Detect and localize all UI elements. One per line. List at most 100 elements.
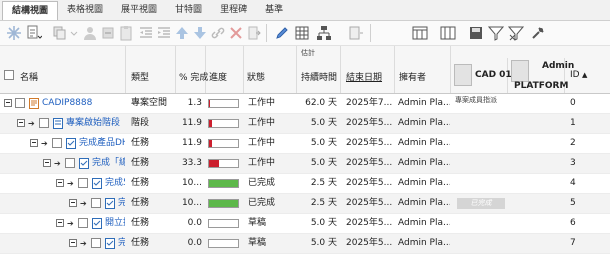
sort-asc-icon[interactable]: ▲: [582, 71, 587, 79]
table-row[interactable]: ➔ 完成510 任務 10... 已完成 2.5 天 2025年5... Admin Pla.…: [0, 174, 610, 194]
row-percent: 10...: [181, 198, 202, 208]
col-id-header[interactable]: ID ▲: [565, 46, 610, 93]
collapse-icon[interactable]: [56, 179, 64, 187]
row-checkbox[interactable]: [15, 98, 25, 108]
clipboard-icon[interactable]: [118, 25, 134, 41]
indent-icon[interactable]: [156, 25, 172, 41]
settings-icon[interactable]: [530, 25, 546, 41]
assignment-badge: 已完成: [457, 198, 505, 209]
table-icon[interactable]: [294, 25, 310, 41]
row-name-link[interactable]: 完成「總則: [92, 154, 125, 173]
row-percent: 0.0: [187, 238, 202, 248]
tab-structure-view[interactable]: 結構視圖: [2, 1, 59, 20]
table-row[interactable]: ➔ 開立提料任務 0.0 草稿 5.0 天 2025年5... Admin Pla... 6: [0, 214, 610, 234]
column-header: 名稱 類型 % 完成 進度 狀態 估計 持續時間 結束日期 擁有者 專案成員指派…: [0, 46, 610, 104]
col-finish-header[interactable]: 結束日期: [341, 46, 395, 93]
col-cad-header[interactable]: CAD 01: [451, 58, 512, 93]
table-row[interactable]: ➔ 完成任務 10... 已完成 2.5 天 2025年5... Admin Pla... 已…: [0, 194, 610, 214]
row-id: 1: [570, 118, 576, 128]
insert-icon[interactable]: [246, 25, 262, 41]
new-dropdown-icon[interactable]: [26, 25, 42, 41]
row-checkbox[interactable]: [91, 198, 101, 208]
row-checkbox[interactable]: [52, 138, 62, 148]
new-icon[interactable]: [6, 25, 22, 41]
row-name-link[interactable]: 完成: [118, 194, 125, 213]
tab-baseline[interactable]: 基準: [256, 1, 292, 20]
arrow-icon: ➔: [67, 179, 74, 188]
collapse-icon[interactable]: [17, 119, 25, 127]
row-checkbox[interactable]: [65, 158, 75, 168]
move-down-icon[interactable]: [192, 25, 208, 41]
row-owner: Admin Pla...: [398, 218, 450, 228]
copy-icon[interactable]: [52, 25, 68, 41]
columns-icon[interactable]: [440, 25, 456, 41]
row-checkbox[interactable]: [78, 218, 88, 228]
col-status-header[interactable]: 狀態: [244, 46, 297, 93]
row-status: 工作中: [248, 158, 276, 168]
row-owner: Admin Pla...: [398, 138, 450, 148]
col-percent-header[interactable]: % 完成: [176, 46, 208, 93]
row-name-link[interactable]: 完成510: [105, 174, 125, 193]
row-duration: 5.0 天: [310, 158, 337, 168]
row-name-link[interactable]: 開立提料: [105, 214, 125, 233]
row-id: 3: [570, 158, 576, 168]
task-icon: [79, 158, 89, 169]
tab-gantt[interactable]: 甘特圖: [166, 1, 211, 20]
col-owner-header[interactable]: 擁有者: [395, 46, 451, 93]
filter-icon[interactable]: [488, 25, 504, 41]
collapse-icon[interactable]: [56, 219, 64, 227]
row-type: 專案空間: [131, 98, 168, 108]
row-finish-date: 2025年5...: [346, 138, 393, 148]
row-checkbox[interactable]: [39, 118, 49, 128]
col-duration-header[interactable]: 估計 持續時間: [297, 46, 341, 93]
row-id: 0: [570, 98, 576, 108]
row-name-link[interactable]: 完成: [118, 234, 125, 253]
collapse-icon[interactable]: [69, 199, 77, 207]
clear-filter-icon[interactable]: [508, 25, 524, 41]
col-name-header[interactable]: 名稱: [0, 46, 126, 93]
row-percent: 0.0: [187, 218, 202, 228]
tab-milestones[interactable]: 里程碑: [211, 1, 256, 20]
row-name-link[interactable]: 專案啟始階段: [66, 114, 125, 133]
row-owner: Admin Pla...: [398, 158, 450, 168]
view-options-icon[interactable]: [412, 25, 428, 41]
save-view-icon[interactable]: [468, 25, 484, 41]
col-type-header[interactable]: 類型: [126, 46, 176, 93]
row-name-link[interactable]: 完成產品DHF: [79, 134, 125, 153]
row-name-link[interactable]: CADIP8888: [42, 94, 125, 113]
link-icon[interactable]: [210, 25, 226, 41]
row-finish-date: 2025年5...: [346, 158, 393, 168]
collapse-icon[interactable]: [69, 239, 77, 247]
table-row[interactable]: ➔ 專案啟始階段 階段 11.9 工作中 5.0 天 2025年5... Admin Pla.…: [0, 114, 610, 134]
export-icon[interactable]: [348, 25, 364, 41]
task-icon: [105, 198, 115, 209]
collapse-icon[interactable]: [30, 139, 38, 147]
row-owner: Admin Pla...: [398, 238, 450, 248]
tab-flat-view[interactable]: 展平視圖: [112, 1, 166, 20]
hierarchy-icon[interactable]: [316, 25, 332, 41]
delete-icon[interactable]: [228, 25, 244, 41]
table-row[interactable]: ➔ 完成產品DHF 任務 11.9 工作中 5.0 天 2025年5... Admin Pla…: [0, 134, 610, 154]
collapse-icon[interactable]: [43, 159, 51, 167]
link-task-icon[interactable]: [100, 25, 116, 41]
select-all-checkbox[interactable]: [4, 70, 14, 80]
row-duration: 62.0 天: [305, 98, 337, 108]
avatar-icon: [454, 64, 472, 86]
table-row[interactable]: CADIP8888 專案空間 1.3 工作中 62.0 天 2025年7... Admin …: [0, 94, 610, 114]
row-finish-date: 2025年5...: [346, 118, 393, 128]
move-up-icon[interactable]: [174, 25, 190, 41]
row-checkbox[interactable]: [78, 178, 88, 188]
row-checkbox[interactable]: [91, 238, 101, 248]
arrow-icon: ➔: [80, 239, 87, 248]
col-progress-header[interactable]: 進度: [206, 46, 244, 93]
table-row[interactable]: ➔ 完成「總則任務 33.3 工作中 5.0 天 2025年5... Admin Pla..…: [0, 154, 610, 174]
collapse-icon[interactable]: [4, 99, 12, 107]
tab-table-view[interactable]: 表格視圖: [58, 1, 112, 20]
row-owner: Admin Pla...: [398, 178, 450, 188]
col-admin-header[interactable]: Admin PLATFORM: [508, 58, 574, 93]
outdent-icon[interactable]: [138, 25, 154, 41]
edit-icon[interactable]: [274, 25, 290, 41]
row-owner: Admin Pla...: [398, 198, 450, 208]
table-row[interactable]: ➔ 完成任務 0.0 草稿 5.0 天 2025年5... Admin Pla... 7: [0, 234, 610, 254]
user-icon[interactable]: [82, 25, 98, 41]
